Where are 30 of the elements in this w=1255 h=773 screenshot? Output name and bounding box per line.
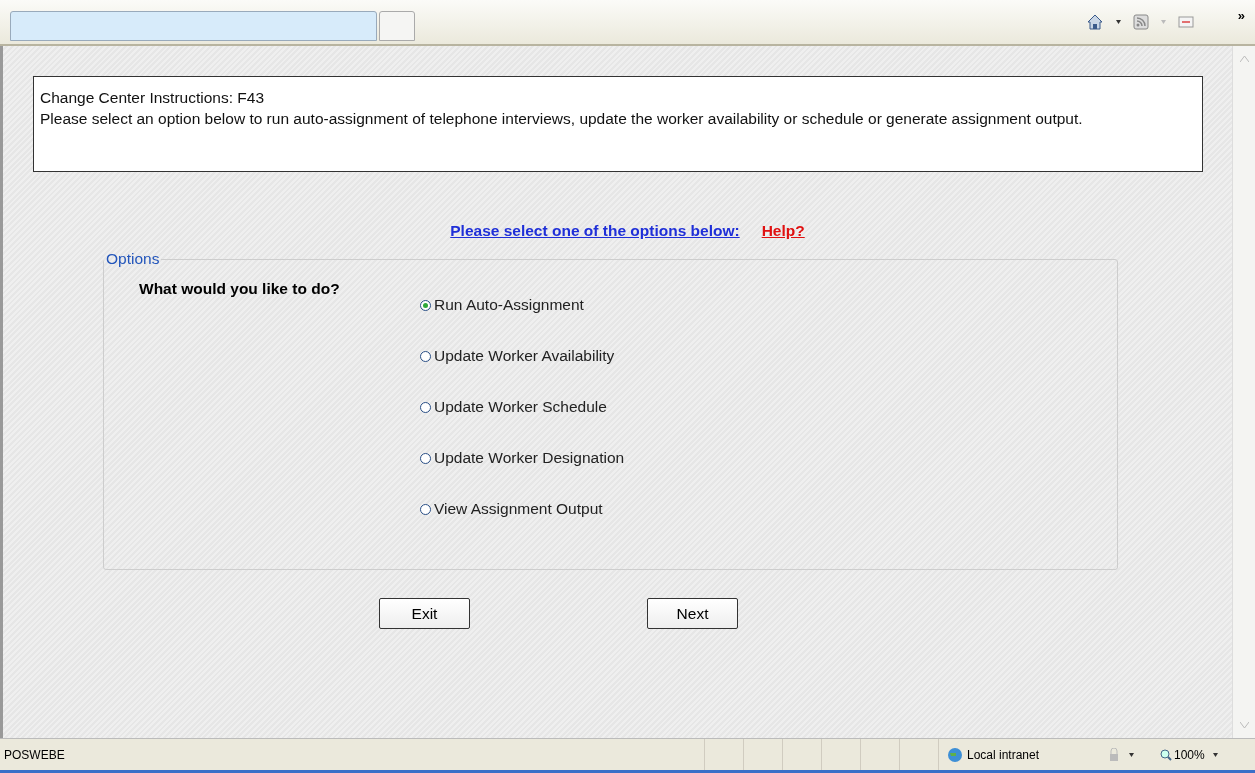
zone-text: Local intranet xyxy=(967,747,1040,762)
radio-button[interactable] xyxy=(420,503,431,515)
radio-button[interactable] xyxy=(420,299,431,311)
help-link[interactable]: Help? xyxy=(761,222,805,240)
radio-button[interactable] xyxy=(420,452,431,464)
option-label[interactable]: Update Worker Designation xyxy=(434,449,625,467)
instructions-text: Please select an option below to run auto-assignment of telephone interviews, update the worker availability or schedule or generate assignment output. xyxy=(40,109,1084,129)
radio-button[interactable] xyxy=(420,401,431,413)
next-button[interactable]: Next xyxy=(647,598,738,629)
status-text: POSWEBE xyxy=(4,747,66,762)
option-label[interactable]: Run Auto-Assignment xyxy=(434,296,584,314)
option-label[interactable]: Update Worker Availability xyxy=(434,347,615,365)
group-legend: Options xyxy=(104,250,162,268)
zoom-icon[interactable] xyxy=(1160,748,1172,761)
globe-icon xyxy=(947,746,963,763)
home-icon[interactable] xyxy=(1085,13,1104,31)
zoom-level[interactable]: 100% xyxy=(1174,747,1205,762)
exit-button[interactable]: Exit xyxy=(379,598,470,629)
instructions-title: Change Center Instructions: F43 xyxy=(40,88,265,108)
radio-button[interactable] xyxy=(420,350,431,362)
address-field[interactable] xyxy=(10,11,377,41)
question-label: What would you like to do? xyxy=(139,280,341,298)
feed-icon[interactable] xyxy=(1132,14,1149,30)
dropdown-icon[interactable] xyxy=(1212,752,1218,757)
option-label[interactable]: Update Worker Schedule xyxy=(434,398,607,416)
dropdown-icon[interactable] xyxy=(1115,20,1121,24)
option-label[interactable]: View Assignment Output xyxy=(434,500,603,518)
overflow-chevron[interactable]: » xyxy=(1237,8,1245,23)
dropdown-icon[interactable] xyxy=(1129,752,1134,757)
options-link[interactable]: Please select one of the options below: xyxy=(450,222,740,240)
